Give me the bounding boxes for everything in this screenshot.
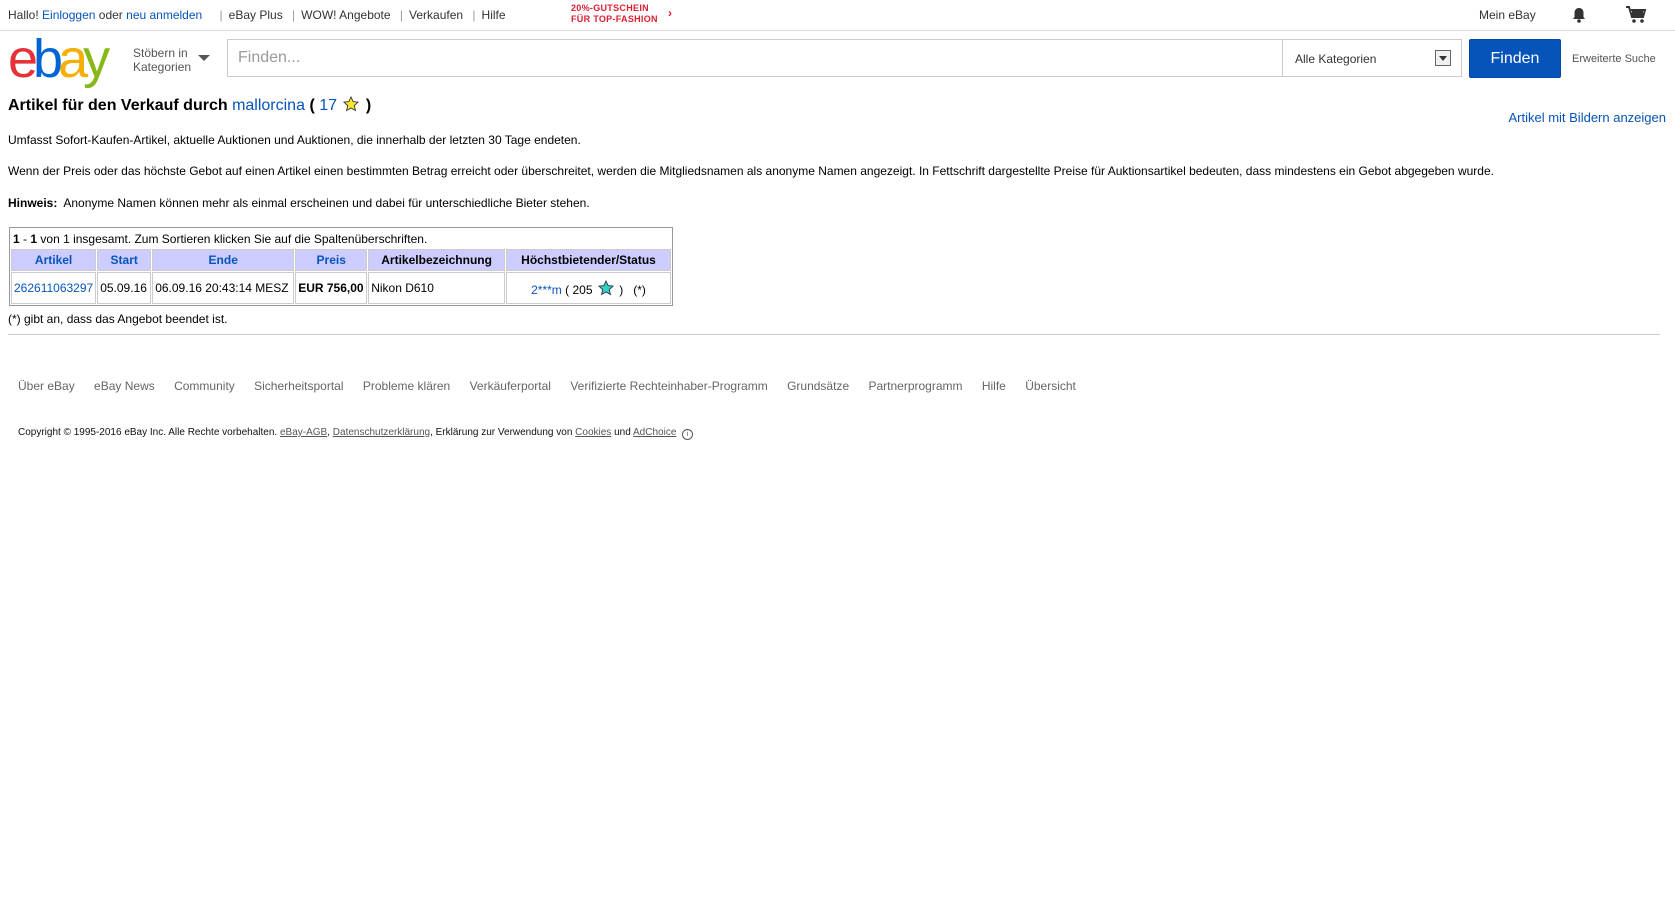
column-header-end[interactable]: Ende (152, 249, 295, 271)
ebay-logo[interactable]: ebay (8, 32, 110, 86)
copyright: Copyright © 1995-2016 eBay Inc. Alle Rec… (18, 427, 694, 440)
privacy-link[interactable]: Datenschutzerklärung (333, 427, 430, 438)
terms-link[interactable]: eBay-AGB (280, 427, 327, 438)
advanced-search-link[interactable]: Erweiterte Suche (1572, 53, 1656, 65)
hint-text: Anonyme Namen können mehr als einmal ers… (63, 196, 590, 210)
end-date-cell: 06.09.16 20:43:14 MESZ (152, 272, 295, 304)
range-start: 1 (13, 232, 20, 246)
status-ended: (*) (633, 282, 646, 297)
range-end: 1 (30, 232, 38, 246)
ebay-plus-link[interactable]: eBay Plus (229, 8, 283, 22)
bell-icon[interactable] (1570, 6, 1588, 24)
bidder-score: 205 (572, 282, 593, 297)
column-header-start[interactable]: Start (97, 249, 152, 271)
feedback-score-link[interactable]: 17 (319, 97, 337, 114)
wow-deals-link[interactable]: WOW! Angebote (301, 8, 390, 22)
sell-link[interactable]: Verkaufen (409, 8, 463, 22)
footer-link-security[interactable]: Sicherheitsportal (254, 379, 343, 393)
price-cell: EUR 756,00 (295, 272, 368, 304)
footer-link-help[interactable]: Hilfe (982, 379, 1006, 393)
turquoise-star-icon (597, 279, 615, 296)
yellow-star-icon (343, 95, 360, 112)
count-row: 1 - 1 von 1 insgesamt. Zum Sortieren kli… (11, 229, 671, 248)
footer-links: Über eBay eBay News Community Sicherheit… (18, 379, 1092, 393)
footer-link-seller-portal[interactable]: Verkäuferportal (470, 379, 551, 393)
bidder-link[interactable]: 2***m (531, 283, 562, 297)
bidder-cell: 2***m ( 205 ) (*) (506, 272, 671, 304)
my-ebay-link[interactable]: Mein eBay (1479, 8, 1536, 22)
top-bar: Hallo! Einloggen oder neu anmelden | eBay… (0, 0, 1675, 31)
item-number-cell: 262611063297 (11, 272, 97, 304)
table-footnote: (*) gibt an, dass das Angebot beendet is… (8, 312, 228, 326)
divider: | (292, 8, 296, 22)
footer-link-community[interactable]: Community (174, 379, 235, 393)
paren: ) (619, 282, 624, 297)
info-paragraph-2: Wenn der Preis oder das höchste Gebot au… (8, 164, 1494, 178)
greeting: Hallo! (8, 8, 39, 22)
footer-link-sitemap[interactable]: Übersicht (1025, 379, 1076, 393)
footer-link-news[interactable]: eBay News (94, 379, 155, 393)
search-input[interactable] (227, 39, 1282, 77)
footer-link-policies[interactable]: Grundsätze (787, 379, 849, 393)
promo-line-2: FÜR TOP-FASHION (571, 14, 658, 24)
item-number-link[interactable]: 262611063297 (14, 281, 93, 295)
column-header-title: Artikelbezeichnung (368, 249, 506, 271)
cookies-link[interactable]: Cookies (575, 427, 611, 438)
divider: | (472, 8, 476, 22)
divider: | (399, 8, 404, 22)
start-date-cell: 05.09.16 (97, 272, 152, 304)
range-dash: - (23, 232, 28, 246)
footer-link-resolution[interactable]: Probleme klären (363, 379, 450, 393)
category-select[interactable]: Alle Kategorien (1282, 39, 1462, 77)
divider: | (219, 8, 223, 22)
footer-link-affiliates[interactable]: Partnerprogramm (868, 379, 962, 393)
and-text: und (614, 427, 631, 438)
browse-categories-button[interactable]: Stöbern in Kategorien (133, 46, 210, 74)
promo-banner[interactable]: 20%-GUTSCHEIN FÜR TOP-FASHION › (571, 3, 672, 25)
paren: ) (365, 97, 372, 114)
browse-label-1: Stöbern in (133, 46, 188, 60)
register-link[interactable]: neu anmelden (126, 8, 202, 22)
top-bar-left: Hallo! Einloggen oder neu anmelden | eBay… (8, 8, 506, 22)
find-button[interactable]: Finden (1469, 39, 1561, 78)
chevron-down-icon (198, 55, 210, 61)
column-header-price[interactable]: Preis (295, 249, 368, 271)
category-selected: Alle Kategorien (1295, 52, 1377, 66)
promo-line-1: 20%-GUTSCHEIN (571, 3, 649, 13)
footer-link-vero[interactable]: Verifizierte Rechteinhaber-Programm (570, 379, 767, 393)
cookies-text: Erklärung zur Verwendung von (435, 427, 573, 438)
chevron-right-icon: › (668, 6, 673, 20)
adchoice-link[interactable]: AdChoice (633, 427, 676, 438)
title-prefix: Artikel für den Verkauf durch (8, 97, 228, 114)
column-header-item[interactable]: Artikel (11, 249, 97, 271)
hint-label: Hinweis: (8, 196, 58, 210)
info-paragraph-1: Umfasst Sofort-Kaufen-Artikel, aktuelle … (8, 133, 581, 147)
result-count: 1 - 1 von 1 insgesamt. Zum Sortieren kli… (11, 229, 671, 248)
paren: ( (309, 97, 315, 114)
seller-link[interactable]: mallorcina (232, 97, 305, 114)
help-link[interactable]: Hilfe (482, 8, 506, 22)
comma: , (430, 427, 433, 438)
footer-link-about[interactable]: Über eBay (18, 379, 75, 393)
table-row: 262611063297 05.09.16 06.09.16 20:43:14 … (11, 272, 671, 304)
cart-icon[interactable] (1625, 5, 1647, 25)
or-text: oder (98, 8, 123, 22)
item-title-cell: Nikon D610 (368, 272, 506, 304)
count-text: von 1 insgesamt. Zum Sortieren klicken S… (40, 232, 428, 246)
divider (8, 334, 1660, 335)
show-with-images-link[interactable]: Artikel mit Bildern anzeigen (1508, 110, 1666, 125)
browse-label-2: Kategorien (133, 60, 192, 74)
info-icon[interactable]: i (682, 429, 694, 440)
copyright-text: Copyright © 1995-2016 eBay Inc. Alle Rec… (18, 427, 278, 438)
results-table: 1 - 1 von 1 insgesamt. Zum Sortieren kli… (9, 227, 673, 306)
comma: , (327, 427, 331, 438)
table-header-row: Artikel Start Ende Preis Artikelbezeichn… (11, 249, 671, 271)
paren: ( (565, 282, 570, 297)
login-link[interactable]: Einloggen (42, 8, 95, 22)
column-header-bidder: Höchstbietender/Status (506, 249, 671, 271)
dropdown-arrow-icon (1435, 50, 1451, 66)
page-title: Artikel für den Verkauf durch mallorcina… (8, 95, 372, 115)
hint-paragraph: Hinweis: Anonyme Namen können mehr als e… (8, 196, 590, 210)
